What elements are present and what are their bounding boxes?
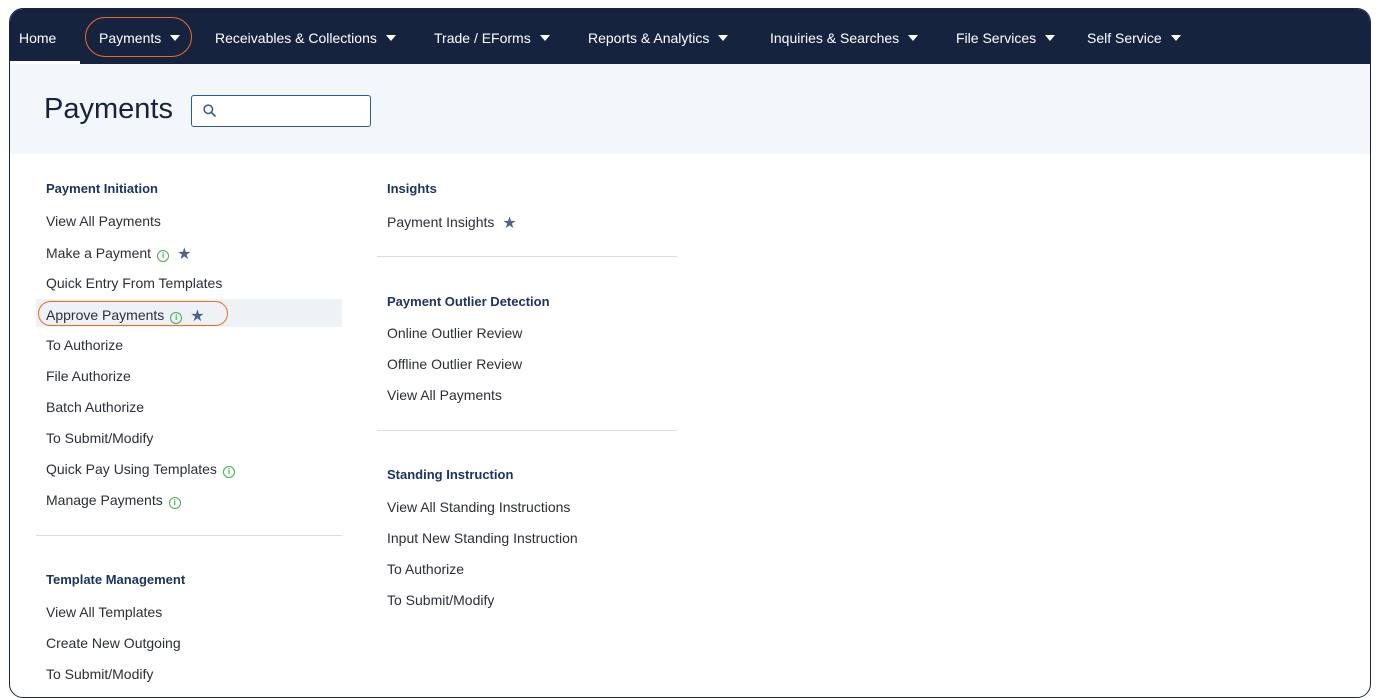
link-quick-pay-using-templates[interactable]: Quick Pay Using Templates i [46,461,235,478]
star-icon[interactable]: ★ [190,306,204,326]
nav-file-services[interactable]: File Services [956,9,1056,64]
link-label: Make a Payment [46,245,152,261]
page-title: Payments [44,93,173,125]
link-label: Create New Outgoing [46,635,181,651]
link-label: Payment Insights [387,214,495,230]
section-title-standing-instruction: Standing Instruction [387,467,514,482]
link-offline-outlier-review[interactable]: Offline Outlier Review [387,356,522,372]
caret-down-icon [1045,35,1056,41]
link-label: View All Payments [46,213,161,229]
link-online-outlier-review[interactable]: Online Outlier Review [387,325,522,341]
app-window: Home Payments Receivables & Collections … [9,8,1371,698]
info-circle-icon[interactable]: i [168,497,181,509]
link-to-submit-modify[interactable]: To Submit/Modify [46,430,153,446]
link-create-new-outgoing[interactable]: Create New Outgoing [46,635,181,651]
link-label: Input New Standing Instruction [387,530,578,546]
link-label: Manage Payments [46,492,163,508]
nav-payments-label: Payments [99,30,162,46]
section-divider [377,256,677,257]
link-to-authorize[interactable]: To Authorize [46,337,123,353]
link-standing-to-submit-modify[interactable]: To Submit/Modify [387,592,494,608]
nav-self-service[interactable]: Self Service [1087,9,1181,64]
link-quick-entry-from-templates[interactable]: Quick Entry From Templates [46,275,222,291]
link-standing-to-authorize[interactable]: To Authorize [387,561,464,577]
nav-reports-analytics[interactable]: Reports & Analytics [588,9,729,64]
nav-trade-eforms[interactable]: Trade / EForms [434,9,550,64]
nav-payments[interactable]: Payments [99,9,181,64]
link-manage-payments[interactable]: Manage Payments i [46,492,181,509]
nav-inquiries-searches[interactable]: Inquiries & Searches [770,9,919,64]
link-make-a-payment[interactable]: Make a Payment i ★ [46,244,191,264]
link-label: Online Outlier Review [387,325,523,341]
link-batch-authorize[interactable]: Batch Authorize [46,399,144,415]
link-label: Quick Pay Using Templates [46,461,217,477]
search-icon [203,104,216,117]
link-view-all-payments[interactable]: View All Payments [46,213,161,229]
link-template-to-submit-modify[interactable]: To Submit/Modify [46,666,153,682]
section-title-insights: Insights [387,181,437,196]
link-label: Quick Entry From Templates [46,275,223,291]
star-icon[interactable]: ★ [177,244,191,264]
link-label: Approve Payments [46,307,165,323]
caret-down-icon [718,35,729,41]
info-circle-icon[interactable]: i [222,466,235,478]
link-approve-payments[interactable]: Approve Payments i ★ [46,306,205,326]
search-input[interactable] [222,100,368,124]
nav-receivables-collections[interactable]: Receivables & Collections [215,9,396,64]
link-label: To Submit/Modify [387,592,495,608]
top-navigation-bar: Home Payments Receivables & Collections … [10,9,1370,64]
caret-down-icon [170,35,181,41]
link-outlier-view-all-payments[interactable]: View All Payments [387,387,502,403]
link-label: Batch Authorize [46,399,145,415]
search-field[interactable] [191,95,371,127]
info-circle-icon[interactable]: i [157,250,170,262]
caret-down-icon [1170,35,1181,41]
link-view-all-templates[interactable]: View All Templates [46,604,162,620]
link-label: To Authorize [387,561,465,577]
link-input-new-standing-instruction[interactable]: Input New Standing Instruction [387,530,578,546]
link-file-authorize[interactable]: File Authorize [46,368,131,384]
link-label: To Submit/Modify [46,430,154,446]
nav-reports-label: Reports & Analytics [588,30,710,46]
link-label: View All Payments [387,387,502,403]
link-payment-insights[interactable]: Payment Insights ★ [387,213,517,233]
caret-down-icon [385,35,396,41]
section-divider [377,430,677,431]
nav-inquiries-label: Inquiries & Searches [770,30,900,46]
nav-receivables-label: Receivables & Collections [215,30,377,46]
section-title-payment-outlier-detection: Payment Outlier Detection [387,294,550,309]
nav-trade-label: Trade / EForms [434,30,531,46]
link-label: View All Standing Instructions [387,499,571,515]
link-label: Offline Outlier Review [387,356,523,372]
info-circle-icon[interactable]: i [170,312,183,324]
star-icon[interactable]: ★ [502,213,516,233]
section-title-template-management: Template Management [46,572,186,587]
caret-down-icon [908,35,919,41]
link-view-all-standing-instructions[interactable]: View All Standing Instructions [387,499,570,515]
link-label: View All Templates [46,604,163,620]
link-label: File Authorize [46,368,131,384]
nav-file-services-label: File Services [956,30,1037,46]
nav-home[interactable]: Home [19,9,56,64]
link-label: To Authorize [46,337,124,353]
nav-home-label: Home [19,30,57,46]
nav-self-service-label: Self Service [1087,30,1162,46]
caret-down-icon [539,35,550,41]
section-title-payment-initiation: Payment Initiation [46,181,158,196]
link-label: To Submit/Modify [46,666,154,682]
section-divider [36,535,342,536]
